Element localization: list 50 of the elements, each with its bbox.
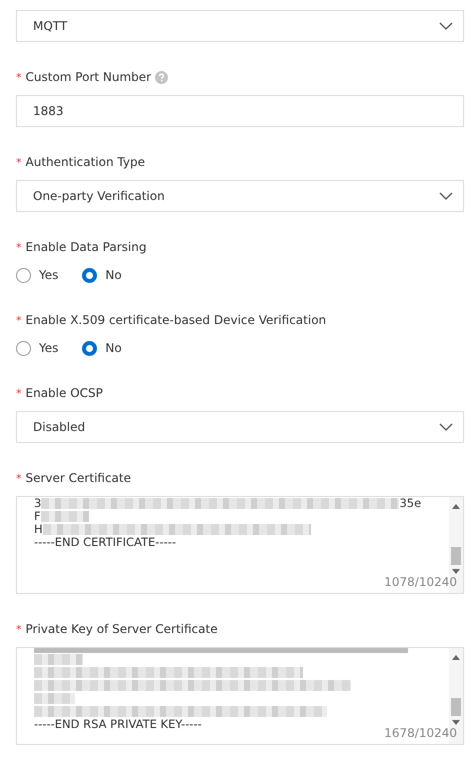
dropdown-select[interactable]: MQTT	[16, 10, 464, 42]
radio-option[interactable]: No	[82, 268, 122, 282]
chevron-down-icon	[439, 22, 453, 30]
dropdown-select[interactable]: Disabled	[16, 411, 464, 443]
scroll-up-icon[interactable]	[452, 654, 460, 660]
scroll-up-icon[interactable]	[452, 503, 460, 509]
select-value: MQTT	[33, 19, 68, 33]
field-label: Enable Data Parsing	[26, 240, 146, 254]
scroll-down-icon[interactable]	[452, 720, 460, 726]
field-label: Custom Port Number	[26, 70, 152, 84]
radio-button[interactable]	[82, 268, 98, 282]
radio-button[interactable]	[16, 340, 31, 356]
input-field[interactable]: 1883	[16, 95, 464, 127]
radio-option[interactable]: Yes	[16, 340, 58, 356]
field-label: Enable OCSP	[26, 386, 103, 400]
field-label: Private Key of Server Certificate	[26, 622, 218, 636]
text-fragment: 3	[34, 497, 42, 510]
text-fragment: F	[34, 510, 41, 523]
select-value: Disabled	[33, 420, 86, 434]
character-count: 1078/10240	[384, 575, 457, 589]
required-asterisk: *	[16, 472, 22, 484]
required-asterisk: *	[16, 156, 22, 168]
dropdown-select[interactable]: One-party Verification	[16, 180, 464, 212]
field-label: Authentication Type	[26, 155, 145, 169]
select-value: One-party Verification	[33, 189, 165, 203]
field-label: Server Certificate	[26, 471, 131, 485]
text-fragment: 35e	[399, 497, 422, 510]
redacted-text	[40, 511, 90, 522]
required-asterisk: *	[16, 314, 22, 326]
field-label: Enable X.509 certificate-based Device Verification	[26, 313, 326, 327]
required-asterisk: *	[16, 386, 22, 400]
chevron-down-icon	[439, 192, 453, 200]
radio-option[interactable]: No	[82, 340, 122, 356]
text-area[interactable]: 3 35e F H -----END CERTIFICATE----- 1078/10240	[16, 496, 464, 594]
redacted-text	[34, 693, 75, 704]
character-count: 1678/10240	[384, 726, 457, 740]
text-line: -----END CERTIFICATE-----	[34, 536, 178, 549]
radio-button[interactable]	[16, 268, 31, 282]
text-area[interactable]: -----END RSA PRIVATE KEY----- 1678/10240	[16, 647, 464, 745]
required-asterisk: *	[16, 622, 22, 636]
scroll-down-icon[interactable]	[452, 569, 460, 575]
chevron-down-icon	[439, 423, 453, 431]
required-asterisk: *	[16, 240, 22, 254]
radio-option[interactable]: Yes	[16, 268, 58, 282]
scrollbar-thumb[interactable]	[451, 547, 461, 565]
radio-button[interactable]	[82, 340, 98, 356]
required-asterisk: *	[16, 70, 22, 84]
scrollbar-thumb[interactable]	[451, 698, 461, 716]
text-fragment: H	[34, 523, 43, 536]
text-line: -----END RSA PRIVATE KEY-----	[34, 718, 203, 731]
